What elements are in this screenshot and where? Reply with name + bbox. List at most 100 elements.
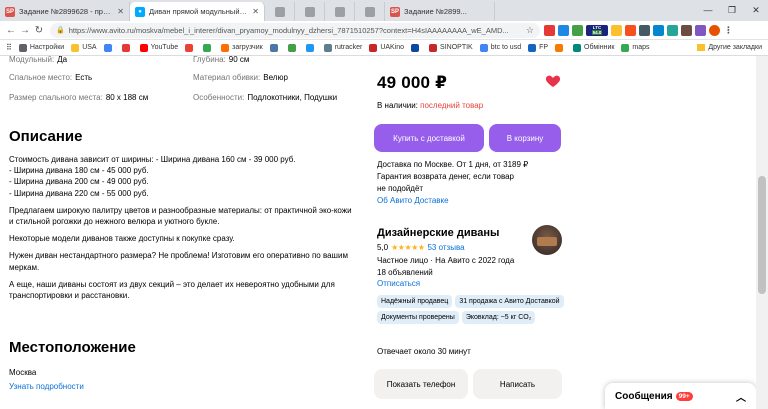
bookmark-star-icon[interactable]: ☆ <box>522 25 534 36</box>
bookmark-item[interactable]: btc to usd <box>479 43 522 52</box>
avito-delivery-link[interactable]: Об Авито Доставке <box>377 195 557 207</box>
close-icon[interactable]: ✕ <box>252 7 259 16</box>
other-bookmarks[interactable]: Другие закладки <box>697 44 762 51</box>
apps-icon[interactable]: ⠿ <box>6 43 12 52</box>
chevron-up-icon[interactable]: ︿ <box>736 389 746 404</box>
bookmark-item[interactable] <box>305 43 317 52</box>
menu-dots-icon[interactable]: ⋮ <box>723 25 734 36</box>
show-phone-button[interactable]: Показать телефон <box>374 369 468 399</box>
browser-tab[interactable] <box>355 2 385 21</box>
availability-label: В наличии: <box>377 101 418 110</box>
bookmark-item[interactable]: rutracker <box>323 43 362 52</box>
property-value: 90 см <box>228 56 250 64</box>
description-line: Стоимость дивана зависит от ширины: - Ши… <box>9 155 296 164</box>
ltc-price-widget[interactable]: LTC 54.0 <box>586 24 608 36</box>
reply-time: Отвечает около 30 минут <box>377 347 471 356</box>
reload-icon[interactable]: ↻ <box>32 25 46 36</box>
property-value: Есть <box>75 72 93 82</box>
property-key: Модульный: <box>9 56 55 64</box>
badge: Документы проверены <box>377 311 459 324</box>
location-city: Москва <box>9 368 37 377</box>
profile-avatar[interactable] <box>709 24 720 36</box>
property-value: 80 х 188 см <box>105 92 149 102</box>
bookmark-item[interactable]: maps <box>621 43 650 52</box>
bookmark-label: загрузчик <box>232 44 263 51</box>
bookmark-item[interactable]: USA <box>71 43 97 52</box>
seller-info: Частное лицо · На Авито с 2022 года 18 о… <box>377 255 514 279</box>
page-favicon-icon <box>334 6 345 17</box>
property-value: Да <box>57 56 68 64</box>
forward-icon[interactable]: → <box>18 25 32 36</box>
bookmark-item[interactable]: загрузчик <box>221 43 263 52</box>
badge: Надёжный продавец <box>377 295 453 308</box>
browser-tab[interactable] <box>325 2 355 21</box>
bookmark-item[interactable] <box>103 43 115 52</box>
messages-widget[interactable]: Сообщения 99+ ︿ <box>605 383 756 409</box>
bookmark-item[interactable]: UAKino <box>369 43 404 52</box>
bookmark-item[interactable] <box>185 43 196 52</box>
url-input[interactable]: 🔒 https://www.avito.ru/moskva/mebel_i_in… <box>50 22 540 38</box>
favorite-heart-icon[interactable] <box>545 73 561 89</box>
extension-icon[interactable] <box>558 24 569 36</box>
extension-icon[interactable] <box>611 24 622 36</box>
bookmark-item[interactable]: FP <box>528 43 549 52</box>
availability-value: последний товар <box>420 101 484 110</box>
extension-icon[interactable] <box>653 24 664 36</box>
bookmark-label: USA <box>82 44 97 51</box>
close-icon[interactable]: ✕ <box>117 7 124 16</box>
browser-tab[interactable] <box>265 2 295 21</box>
seller-rating: 5,0 ★★★★★ 53 отзыва <box>377 243 465 252</box>
page-favicon-icon <box>274 6 285 17</box>
bookmark-item[interactable] <box>269 43 281 52</box>
extension-icon[interactable] <box>544 24 555 36</box>
bookmark-item[interactable] <box>203 43 214 52</box>
bookmark-item[interactable] <box>411 43 422 52</box>
extension-icon[interactable] <box>695 24 706 36</box>
bookmark-item[interactable] <box>287 43 299 52</box>
extension-icon[interactable] <box>667 24 678 36</box>
location-details-link[interactable]: Узнать подробности <box>9 382 84 391</box>
address-bar: ← → ↻ 🔒 https://www.avito.ru/moskva/mebe… <box>0 21 768 40</box>
bookmark-item[interactable]: Обмінник <box>573 43 614 52</box>
browser-tab[interactable]: SP Задание №2899... <box>385 2 495 21</box>
close-window-icon[interactable]: ✕ <box>744 0 768 21</box>
write-message-button[interactable]: Написать <box>473 369 562 399</box>
minimize-icon[interactable]: — <box>696 0 720 21</box>
seller-name[interactable]: Дизайнерские диваны <box>377 227 499 239</box>
scrollbar-thumb[interactable] <box>758 176 766 294</box>
maximize-icon[interactable]: ❐ <box>720 0 744 21</box>
reviews-link[interactable]: 53 отзыва <box>427 243 464 252</box>
bookmark-label: SINOPTIK <box>440 44 473 51</box>
unsubscribe-link[interactable]: Отписаться <box>377 279 420 288</box>
buy-with-delivery-button[interactable]: Купить с доставкой <box>374 124 484 152</box>
property-row: Спальное место: Есть Материал обивки: Велю… <box>9 67 349 87</box>
ltc-value: 54.0 <box>591 30 603 35</box>
bookmark-item[interactable] <box>121 43 133 52</box>
page-favicon-icon <box>364 6 375 17</box>
extension-icon[interactable] <box>639 24 650 36</box>
seller-ads-count[interactable]: 18 объявлений <box>377 267 514 279</box>
extension-icon[interactable] <box>625 24 636 36</box>
seller-badges: Надёжный продавец 31 продажа с Авито Дос… <box>377 295 567 324</box>
browser-tab[interactable] <box>295 2 325 21</box>
page-favicon-icon <box>304 6 315 17</box>
bookmark-label: btc to usd <box>490 44 522 51</box>
extension-icon[interactable] <box>681 24 692 36</box>
bookmark-item[interactable]: YouTube <box>139 43 178 52</box>
bookmark-item[interactable] <box>555 43 566 52</box>
browser-tab-bar: SP Задание №2899628 - просмотр з... ✕ ● … <box>0 0 768 21</box>
seller-avatar[interactable] <box>532 225 562 255</box>
extension-icon[interactable] <box>572 24 583 36</box>
back-icon[interactable]: ← <box>4 25 18 36</box>
property-row: Размер спального места: 80 х 188 см Особе… <box>9 87 349 107</box>
browser-tab[interactable]: SP Задание №2899628 - просмотр з... ✕ <box>0 2 130 21</box>
browser-tab-active[interactable]: ● Диван прямой модульный Джерси... ✕ <box>130 2 265 21</box>
bookmark-item[interactable]: Настройки <box>18 43 64 52</box>
extensions-bar: LTC 54.0 ⋮ <box>544 24 734 36</box>
add-to-cart-button[interactable]: В корзину <box>489 124 561 152</box>
property-key: Глубина: <box>193 56 226 64</box>
bookmark-label: FP <box>539 44 549 51</box>
property-value: Велюр <box>263 72 288 82</box>
page-scrollbar[interactable] <box>756 56 768 409</box>
bookmark-item[interactable]: SINOPTIK <box>429 43 473 52</box>
